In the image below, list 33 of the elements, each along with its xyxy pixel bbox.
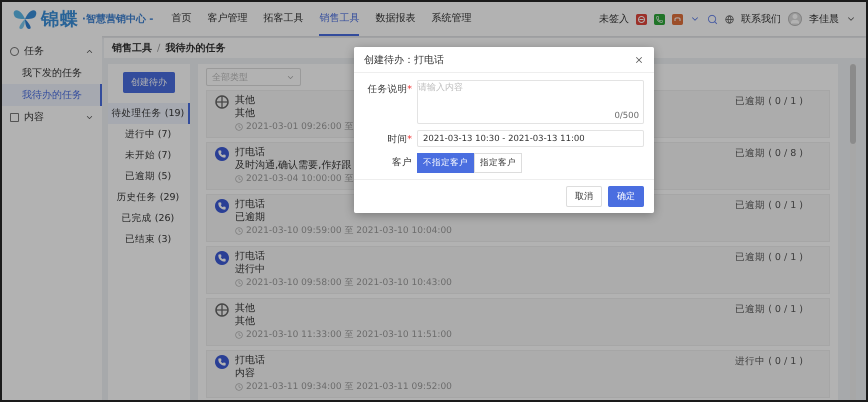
task-description: 其他 [235,316,255,328]
task-time: 2021-03-10 09:59:00 至 2021-03-10 10:04:00 [246,225,452,237]
task-status: 已逾期 ( 0 / 1 ) [735,303,803,317]
task-time: 2021-03-04 10:00:00 至 [246,173,354,185]
task-title: 其他 [235,303,255,315]
sign-status: 未签入 [599,12,629,26]
task-description: 其他 [235,108,255,120]
task-description: 内容 [235,368,255,380]
task-status: 已逾期 ( 0 / 8 ) [735,147,803,161]
task-description: 及时沟通,确认需要,作好跟 [235,160,352,172]
task-title: 打电话 [235,251,265,263]
task-status: 已逾期 ( 0 / 1 ) [735,251,803,265]
dialog-title: 创建待办：打电话 [364,54,444,66]
breadcrumb-item: 我待办的任务 [165,42,226,55]
task-title: 打电话 [235,199,265,211]
task-description: 已逾期 [235,212,265,224]
field-label: 客户 [391,156,412,169]
field-label: 任务说明* [366,83,412,96]
breadcrumb-separator: / [157,42,160,54]
brand-name: 锦蝶 [41,8,79,31]
task-title: 打电话 [235,355,265,367]
task-title: 打电话 [235,147,265,159]
brand-tagline: ·智慧营销中心 - [82,12,154,26]
task-title: 其他 [235,95,255,107]
task-time: 2021-03-10 11:33:00 至 2021-03-10 11:51:00 [246,329,452,341]
task-status: 进行中 ( 0 / 1 ) [735,355,803,369]
task-status: 已逾期 ( 0 / 1 ) [735,95,803,109]
task-status: 已逾期 ( 0 / 1 ) [735,199,803,213]
task-time: 2021-03-10 09:58:00 至 2021-03-10 10:43:00 [246,277,452,289]
task-time: 2021-03-01 09:26:00 至 [246,121,354,133]
task-description: 进行中 [235,264,265,276]
task-time: 2021-03-11 09:34:00 至 2021-03-11 09:52:00 [246,381,452,393]
character-counter: 0/500 [614,111,639,121]
